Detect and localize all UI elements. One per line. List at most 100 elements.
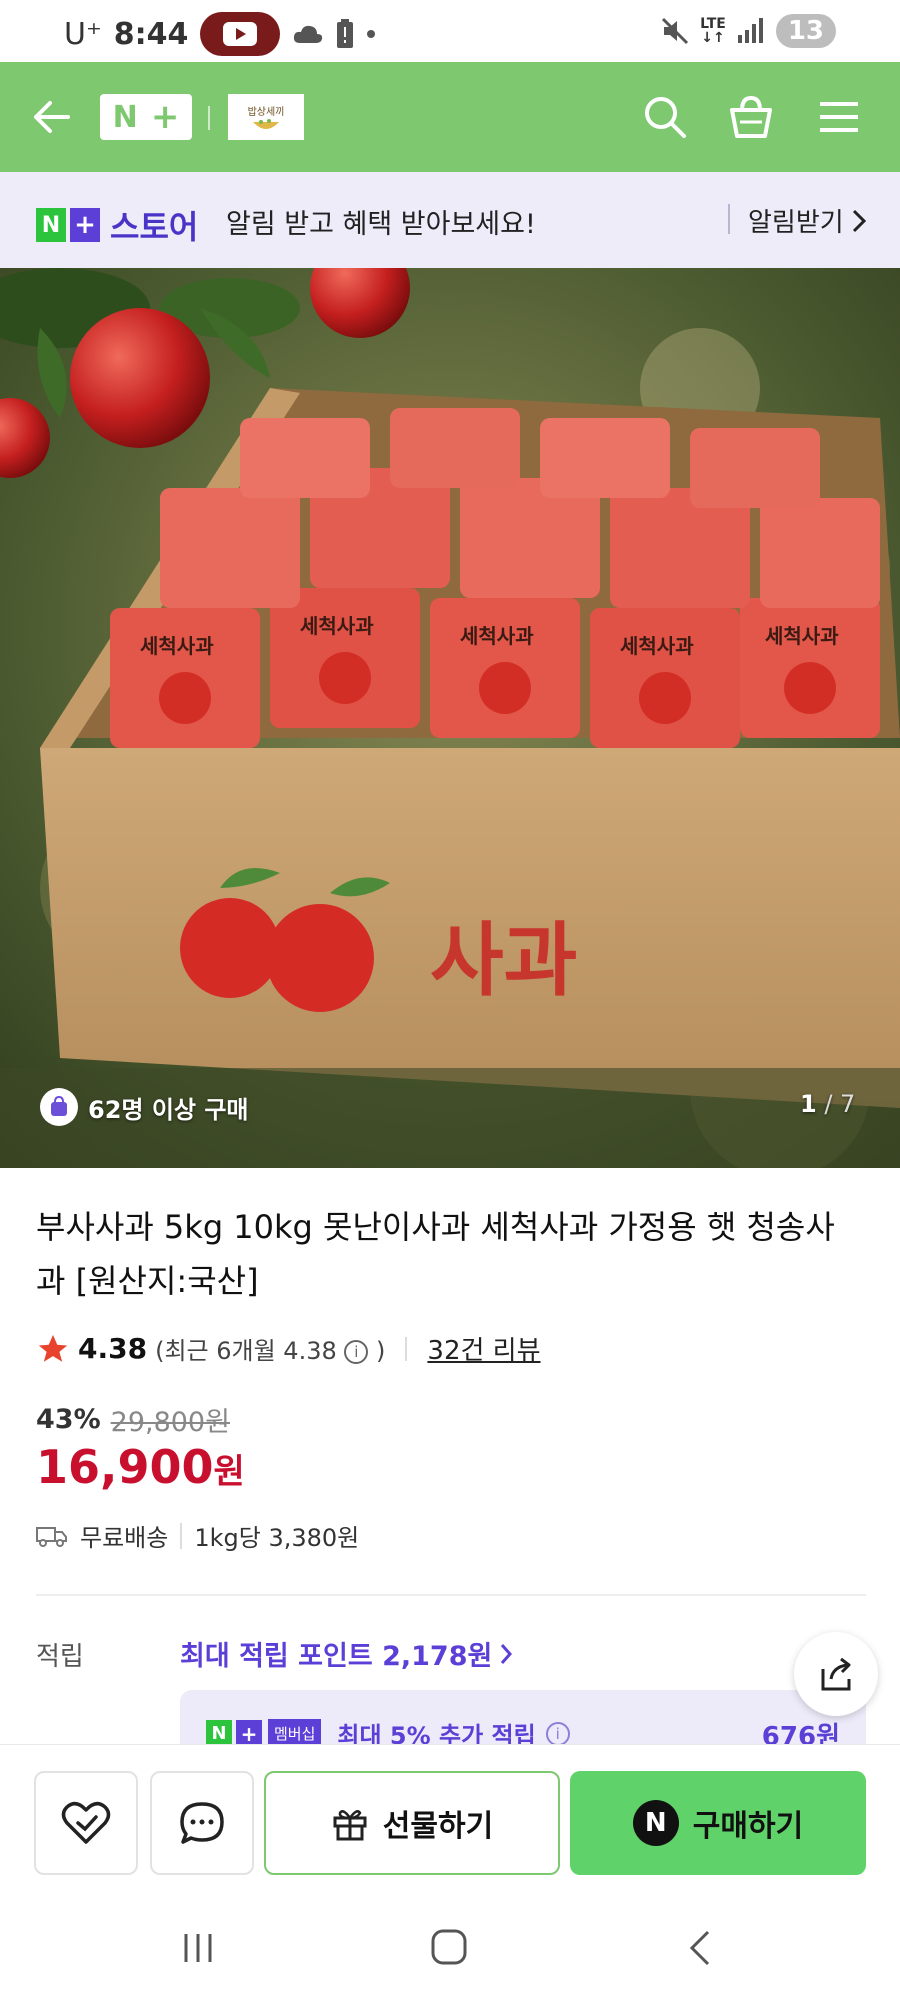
notice-text: 알림 받고 혜택 받아보세요! <box>226 209 536 240</box>
mute-icon <box>660 16 690 46</box>
lte-label: LTE <box>700 16 726 32</box>
dot-icon <box>366 29 376 39</box>
rating-row: 4.38 (최근 6개월 4.38 i ) 32건 리뷰 <box>36 1330 541 1367</box>
pack-label-1: 세척사과 <box>140 634 214 658</box>
search-button[interactable] <box>640 92 690 142</box>
pack-label-2: 세척사과 <box>300 614 374 638</box>
page-current: 1 <box>800 1090 817 1118</box>
battery-alert-icon <box>336 19 354 49</box>
recent-apps-icon <box>184 1934 212 1962</box>
buy-label: 구매하기 <box>692 1809 804 1844</box>
sale-price-currency: 원 <box>213 1452 245 1492</box>
rating-recent-close: ) <box>376 1337 386 1365</box>
youtube-icon <box>200 12 281 56</box>
gift-label: 선물하기 <box>382 1809 494 1844</box>
apple-box-photo: 세척사과 세척사과 세척사과 세척사과 세척사과 사과 <box>0 268 900 1168</box>
unit-price: 1kg당 3,380원 <box>194 1524 360 1552</box>
chevron-right-icon <box>501 1643 513 1664</box>
system-navigation-bar <box>0 1890 900 2000</box>
discount-row: 43% 29,800원 <box>36 1400 230 1439</box>
home-icon <box>431 1929 467 1965</box>
system-back-button[interactable] <box>680 1926 720 1970</box>
rating-value: 4.38 <box>78 1332 148 1365</box>
cart-icon <box>730 95 772 138</box>
heart-check-icon <box>61 1801 111 1844</box>
rating-divider <box>405 1336 408 1361</box>
carrier-label: U⁺ <box>64 16 102 52</box>
badge-n: N <box>36 208 66 242</box>
back-button[interactable] <box>28 95 72 139</box>
image-page-indicator: 1 / 7 <box>800 1090 855 1118</box>
shipping-text: 무료배송 <box>80 1524 169 1552</box>
badge-plus: + <box>70 208 100 242</box>
talk-talk-button[interactable] <box>150 1771 254 1875</box>
clock: 8:44 <box>113 16 189 52</box>
signal-icon <box>736 17 766 45</box>
menu-icon <box>820 102 858 132</box>
truck-icon <box>36 1526 67 1547</box>
page-total: / 7 <box>824 1090 856 1118</box>
menu-button[interactable] <box>814 92 864 142</box>
logo-n: N <box>112 99 138 135</box>
box-label: 사과 <box>430 914 577 1007</box>
notification-banner[interactable]: N + 스토어 알림 받고 혜택 받아보세요! 알림받기 <box>0 172 900 268</box>
home-button[interactable] <box>428 1926 470 1968</box>
search-icon <box>645 97 686 138</box>
back-chevron-icon <box>689 1930 710 1966</box>
logo-plus: + <box>150 97 180 137</box>
status-left: U⁺ 8:44 <box>64 12 376 56</box>
notice-link-label: 알림받기 <box>748 208 844 238</box>
notification-subscribe-link[interactable]: 알림받기 <box>748 202 866 239</box>
header-divider <box>208 106 210 130</box>
status-right: LTE ↓↑ 13 <box>660 14 836 48</box>
chat-bubble-icon <box>180 1802 224 1844</box>
wishlist-button[interactable] <box>34 1771 138 1875</box>
pack-label-4: 세척사과 <box>620 634 694 658</box>
rating-recent-text: (최근 6개월 4.38 <box>155 1337 337 1365</box>
cloud-icon <box>292 23 324 45</box>
gift-button[interactable]: 선물하기 <box>264 1771 560 1875</box>
review-link[interactable]: 32건 리뷰 <box>427 1330 540 1367</box>
share-icon <box>821 1657 851 1691</box>
store-logo-text: 밥상세끼 <box>247 106 285 118</box>
naver-pay-icon: N <box>632 1800 679 1846</box>
chevron-right-icon <box>852 209 866 232</box>
shipping-divider <box>180 1522 183 1549</box>
sale-price-value: 16,900 <box>36 1440 214 1494</box>
recent-apps-button[interactable] <box>178 1928 218 1968</box>
purchase-count-badge: 62명 이상 구매 <box>40 1088 249 1126</box>
badge-store-label: 스토어 <box>110 208 199 246</box>
naver-plus-logo[interactable]: N + <box>100 94 192 140</box>
back-arrow-icon <box>34 101 70 133</box>
lte-indicator: LTE ↓↑ <box>700 16 726 46</box>
points-label: 적립 <box>36 1642 84 1672</box>
shopping-bag-icon <box>40 1088 78 1126</box>
nplus-store-badge: N + 스토어 <box>36 202 198 248</box>
rating-recent: (최근 6개월 4.38 i ) <box>155 1331 385 1366</box>
product-image[interactable]: 세척사과 세척사과 세척사과 세척사과 세척사과 사과 <box>0 268 900 1168</box>
rice-bowl-icon <box>253 118 279 129</box>
discount-rate: 43% <box>36 1404 101 1435</box>
points-link-text: 최대 적립 포인트 2,178원 <box>180 1641 493 1672</box>
store-logo[interactable]: 밥상세끼 <box>228 94 304 140</box>
info-icon[interactable]: i <box>344 1340 369 1364</box>
cart-button[interactable] <box>726 92 776 142</box>
shipping-row: 무료배송 1kg당 3,380원 <box>36 1518 359 1553</box>
pack-label-5: 세척사과 <box>765 624 839 648</box>
original-price: 29,800원 <box>110 1407 230 1438</box>
status-bar: U⁺ 8:44 LTE ↓↑ 13 <box>0 0 900 62</box>
points-link[interactable]: 최대 적립 포인트 2,178원 <box>180 1634 513 1673</box>
gift-icon <box>333 1810 367 1841</box>
notification-count-badge: 13 <box>775 14 836 48</box>
sale-price: 16,900원 <box>36 1440 245 1494</box>
info-icon[interactable]: i <box>545 1721 570 1746</box>
product-title: 부사사과 5kg 10kg 못난이사과 세척사과 가정용 햇 청송사과 [원산지… <box>36 1208 835 1300</box>
bottom-action-bar: 선물하기 N 구매하기 <box>0 1744 900 1876</box>
section-divider <box>36 1594 866 1596</box>
app-header: N + 밥상세끼 <box>0 62 900 172</box>
share-button[interactable] <box>794 1632 878 1716</box>
buy-button[interactable]: N 구매하기 <box>570 1771 866 1875</box>
star-icon <box>38 1334 68 1362</box>
notice-divider <box>728 204 730 234</box>
purchase-count-text: 62명 이상 구매 <box>88 1095 249 1124</box>
